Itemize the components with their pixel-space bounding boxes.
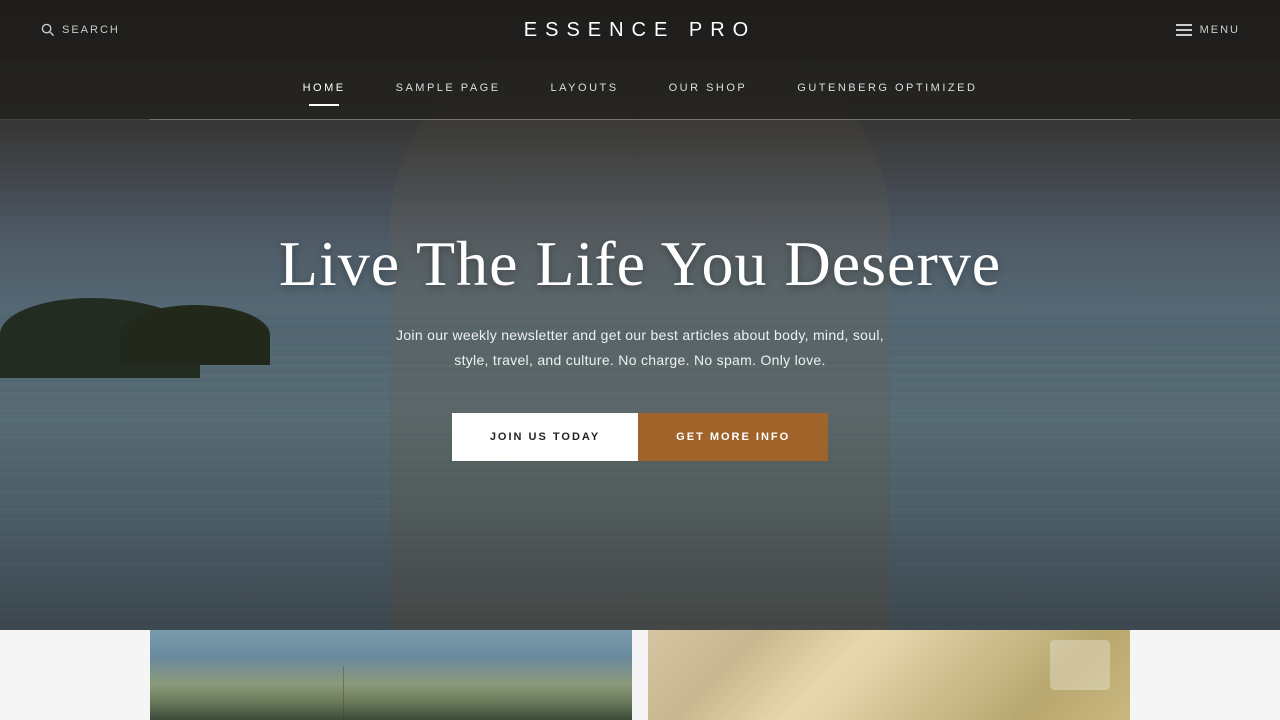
hero-subtitle: Join our weekly newsletter and get our b… xyxy=(396,323,884,373)
nav-item-our-shop[interactable]: OUR SHOP xyxy=(669,82,748,98)
top-bar: SEARCH ESSENCE PRO MENU xyxy=(0,0,1280,60)
search-label: SEARCH xyxy=(62,24,120,36)
join-button[interactable]: JOIN US TODAY xyxy=(452,413,638,461)
search-area[interactable]: SEARCH xyxy=(40,22,120,38)
hamburger-icon xyxy=(1176,24,1192,36)
hero-subtitle-line1: Join our weekly newsletter and get our b… xyxy=(396,327,884,343)
navigation-bar: HOME SAMPLE PAGE LAYOUTS OUR SHOP GUTENB… xyxy=(0,60,1280,120)
search-icon xyxy=(40,22,56,38)
nav-item-home[interactable]: HOME xyxy=(303,82,346,98)
nav-item-sample-page[interactable]: SAMPLE PAGE xyxy=(396,82,501,98)
menu-label: MENU xyxy=(1200,24,1240,36)
nav-item-gutenberg[interactable]: GUTENBERG OPTIMIZED xyxy=(797,82,977,98)
card-landscape[interactable] xyxy=(150,630,632,720)
get-more-info-button[interactable]: GET MORE INFO xyxy=(638,413,828,461)
card-lifestyle[interactable] xyxy=(648,630,1130,720)
hero-subtitle-line2: style, travel, and culture. No charge. N… xyxy=(454,352,825,368)
nav-separator xyxy=(150,119,1130,120)
nav-item-layouts[interactable]: LAYOUTS xyxy=(551,82,619,98)
site-title: ESSENCE PRO xyxy=(524,19,756,42)
hero-title: Live The Life You Deserve xyxy=(279,229,1001,299)
menu-area[interactable]: MENU xyxy=(1176,24,1240,36)
bottom-cards xyxy=(0,630,1280,720)
hero-buttons: JOIN US TODAY GET MORE INFO xyxy=(452,413,828,461)
